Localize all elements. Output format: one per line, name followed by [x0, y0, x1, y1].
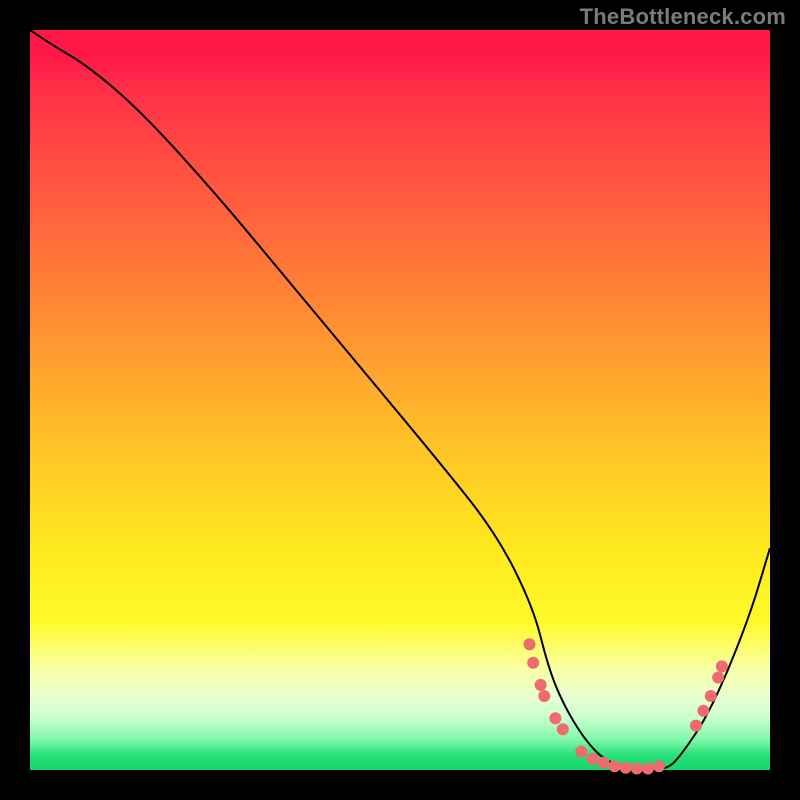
chart-overlay-svg	[30, 30, 770, 770]
data-marker	[538, 690, 550, 702]
data-marker	[631, 763, 643, 775]
data-marker	[716, 660, 728, 672]
data-marker	[527, 657, 539, 669]
data-marker	[524, 638, 536, 650]
data-marker	[557, 723, 569, 735]
watermark-text: TheBottleneck.com	[580, 4, 786, 30]
bottleneck-curve	[30, 30, 770, 770]
plot-area	[30, 30, 770, 770]
data-marker	[653, 760, 665, 772]
data-marker	[609, 760, 621, 772]
data-marker	[575, 746, 587, 758]
data-marker	[535, 679, 547, 691]
data-marker	[598, 757, 610, 769]
data-marker	[642, 763, 654, 775]
data-marker	[697, 705, 709, 717]
data-marker	[549, 712, 561, 724]
data-marker	[586, 753, 598, 765]
data-marker	[690, 720, 702, 732]
data-marker	[705, 690, 717, 702]
data-marker	[620, 762, 632, 774]
data-marker	[712, 672, 724, 684]
marker-group	[524, 638, 728, 774]
chart-frame: TheBottleneck.com	[0, 0, 800, 800]
